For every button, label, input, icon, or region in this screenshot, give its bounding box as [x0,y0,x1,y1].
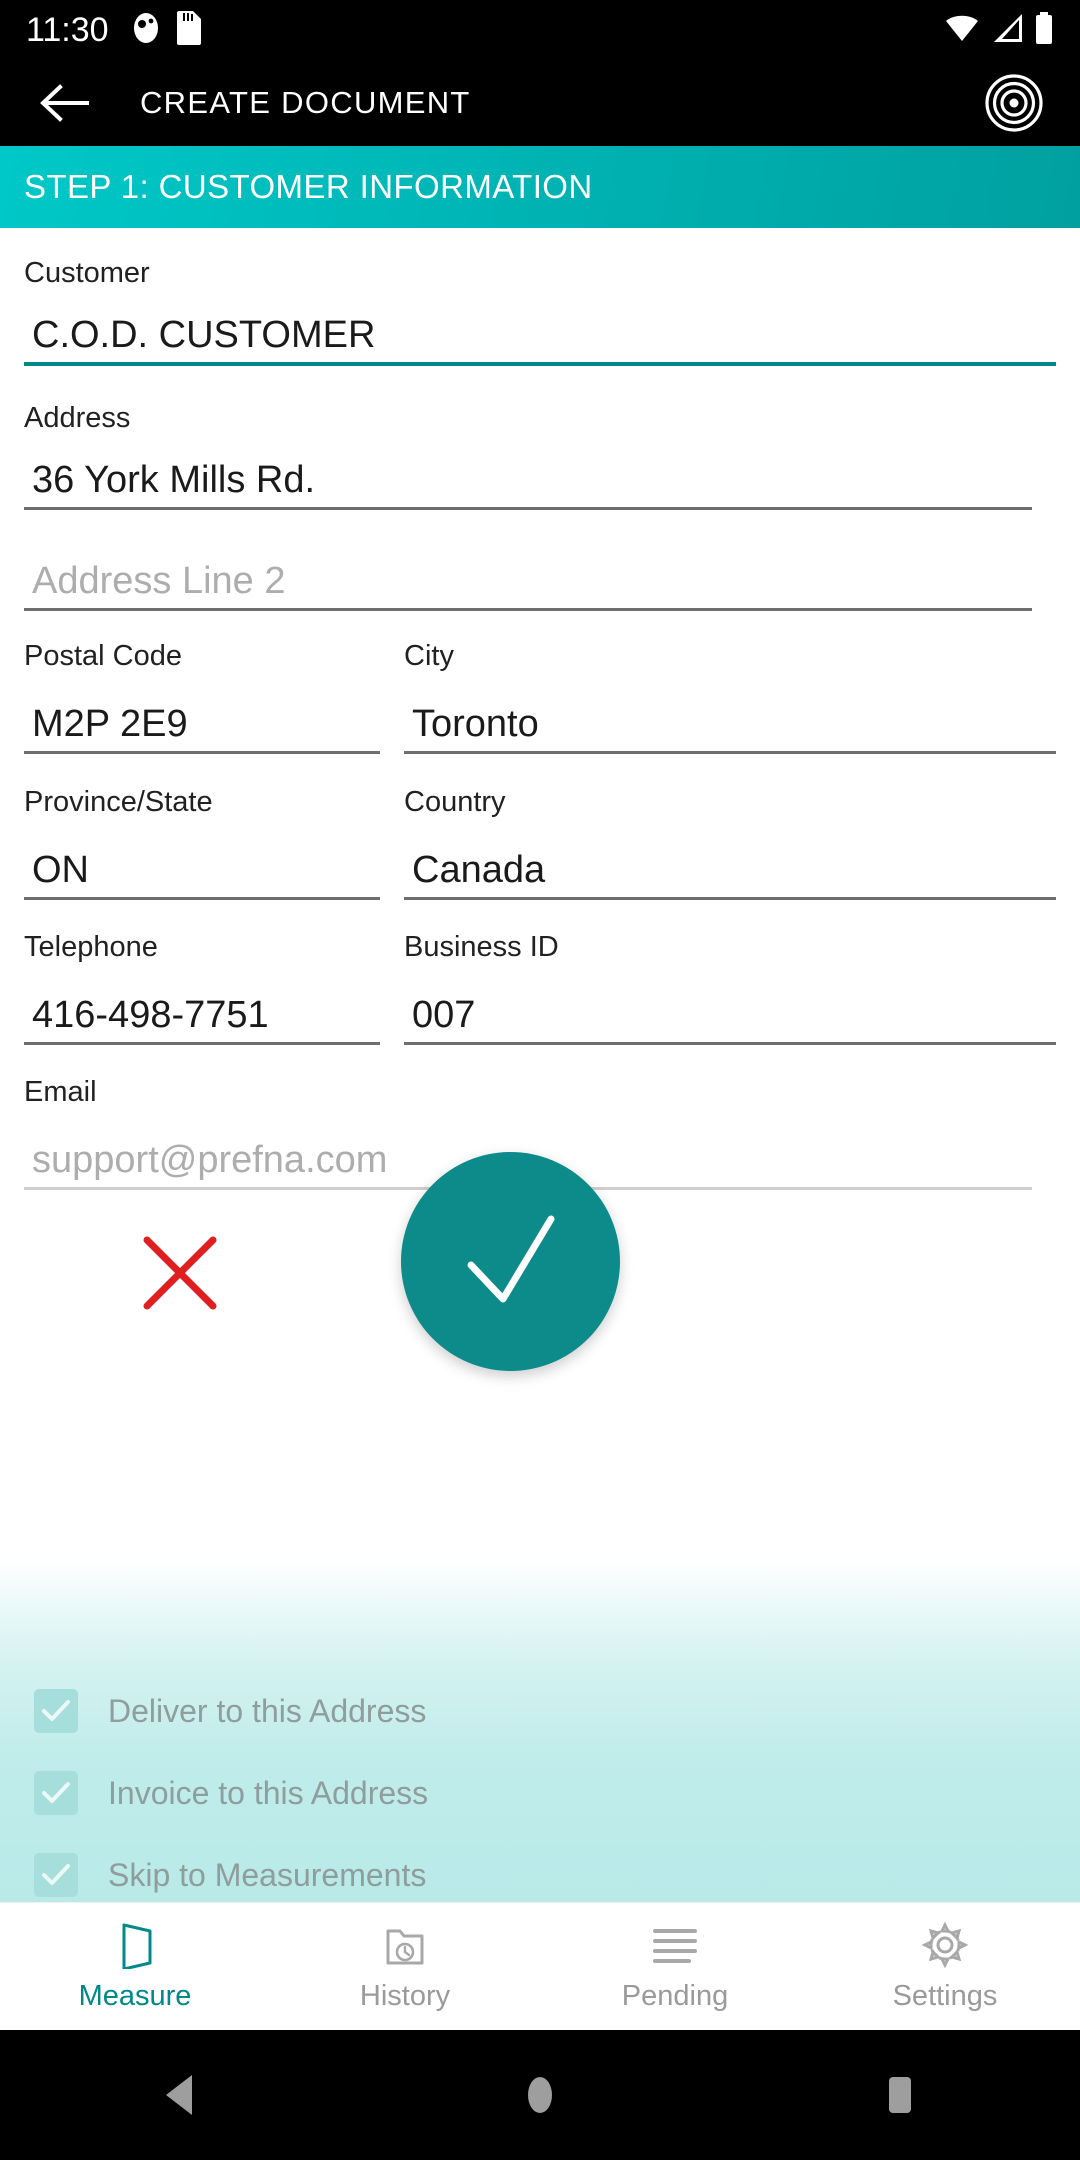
underline-business-id [404,1042,1056,1045]
check-icon [42,1700,70,1721]
field-address: Address 36 York Mills Rd. [24,401,1032,510]
screen-record-icon [131,11,161,50]
label-telephone: Telephone [24,931,158,963]
field-business-id: Business ID 007 [404,930,1056,1045]
field-province-state: Province/State ON [24,785,380,900]
label-business-id: Business ID [404,931,559,963]
input-city[interactable]: Toronto [404,701,1056,747]
status-bar-right-icons [944,11,1054,49]
android-system-navigation [0,2030,1080,2160]
customer-information-form: Customer C.O.D. CUSTOMER Address 36 York… [0,228,1080,1902]
perspective-measure-icon [112,1920,158,1970]
red-x-mark [143,1236,217,1310]
underline-postal-code [24,751,380,754]
triangle-back-icon[interactable] [120,2030,240,2160]
sd-card-icon [175,10,201,50]
underline-address-line-2 [24,608,1032,611]
checkbox-row-skip[interactable]: Skip to Measurements [34,1846,654,1904]
checkbox-row-invoice[interactable]: Invoice to this Address [34,1764,654,1822]
underline-province-state [24,897,380,900]
underline-telephone [24,1042,380,1045]
label-city: City [404,640,454,672]
checkbox-invoice[interactable] [34,1771,78,1815]
checkbox-label-skip: Skip to Measurements [108,1856,427,1893]
bottom-navigation-bar: Measure History Pending Settings [0,1902,1080,2030]
page-title: CREATE DOCUMENT [140,85,471,120]
field-city: City Toronto [404,639,1056,754]
checkbox-label-invoice: Invoice to this Address [108,1774,429,1811]
wifi-icon [944,13,980,48]
field-postal-code: Postal Code M2P 2E9 [24,639,380,754]
nav-item-settings[interactable]: Settings [810,1920,1080,2013]
label-province-state: Province/State [24,786,213,818]
status-bar: 11:30 [0,0,1080,60]
underline-country [404,897,1056,900]
input-address-line-2[interactable]: Address Line 2 [24,558,1032,604]
input-telephone[interactable]: 416-498-7751 [24,992,380,1038]
field-customer: Customer C.O.D. CUSTOMER [24,256,1056,366]
label-customer: Customer [24,257,150,289]
field-address-line-2: Address Line 2 [24,558,1032,611]
confirm-fab-button[interactable] [401,1152,620,1371]
label-email: Email [24,1076,97,1108]
bullseye-target-icon[interactable] [984,73,1044,133]
checkbox-label-deliver: Deliver to this Address [108,1692,427,1729]
circle-home-icon[interactable] [480,2030,600,2160]
battery-icon [1034,11,1054,49]
checkbox-deliver[interactable] [34,1689,78,1733]
input-country[interactable]: Canada [404,847,1056,893]
step-banner-label: STEP 1: CUSTOMER INFORMATION [24,168,593,205]
nav-label-pending: Pending [621,1980,729,2012]
checkmark-icon [467,1215,554,1302]
step-banner: STEP 1: CUSTOMER INFORMATION [0,146,1080,228]
nav-label-measure: Measure [78,1980,192,2012]
square-recents-icon[interactable] [840,2030,960,2160]
input-address[interactable]: 36 York Mills Rd. [24,457,1032,503]
nav-item-pending[interactable]: Pending [540,1920,810,2013]
back-arrow-icon[interactable] [38,76,92,130]
nav-label-history: History [359,1980,451,2012]
status-bar-clock: 11:30 [26,11,109,49]
underline-customer [24,362,1056,366]
app-bar: CREATE DOCUMENT [0,60,1080,146]
cellular-signal-icon [990,13,1024,48]
app-screen: 11:30 CREATE DOCUMENT STEP 1: CUSTOMER I… [0,0,1080,2160]
input-business-id[interactable]: 007 [404,992,1056,1038]
field-country: Country Canada [404,785,1056,900]
label-address: Address [24,402,131,434]
gear-icon [921,1920,969,1970]
input-postal-code[interactable]: M2P 2E9 [24,701,380,747]
nav-item-measure[interactable]: Measure [0,1920,270,2013]
address-options-group: Deliver to this Address Invoice to this … [34,1682,654,1928]
check-icon [42,1782,70,1803]
input-province-state[interactable]: ON [24,847,380,893]
underline-address [24,507,1032,510]
input-customer[interactable]: C.O.D. CUSTOMER [24,312,1056,358]
field-telephone: Telephone 416-498-7751 [24,930,380,1045]
label-country: Country [404,786,506,818]
checkbox-row-deliver[interactable]: Deliver to this Address [34,1682,654,1740]
underline-city [404,751,1056,754]
status-bar-left-icons [131,10,201,50]
check-icon [42,1864,70,1885]
nav-label-settings: Settings [892,1980,998,2012]
checkbox-skip-measurements[interactable] [34,1853,78,1897]
label-postal-code: Postal Code [24,640,182,672]
list-lines-icon [651,1920,699,1970]
folder-clock-icon [382,1920,428,1970]
nav-item-history[interactable]: History [270,1920,540,2013]
